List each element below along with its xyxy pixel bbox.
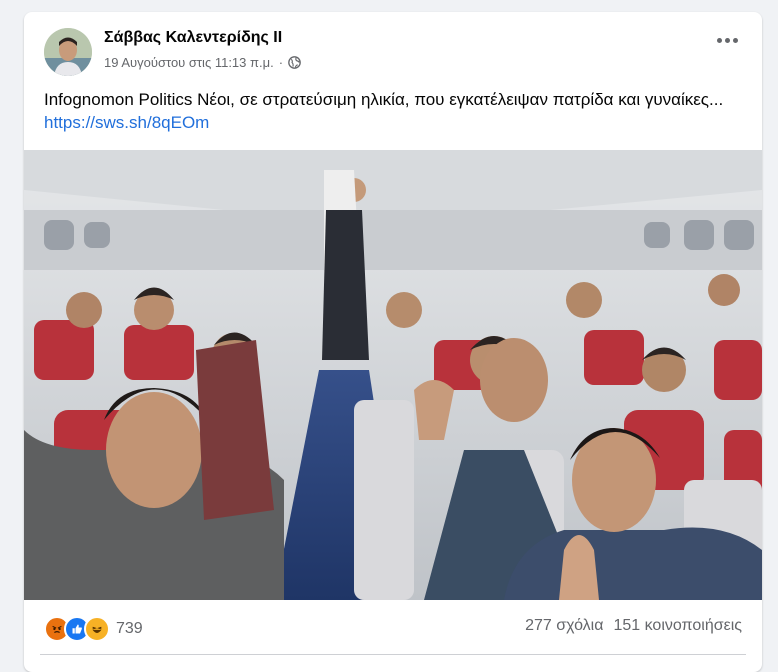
reactions-summary[interactable]: 739: [44, 616, 143, 642]
divider: [40, 654, 746, 655]
globe-icon: [288, 56, 301, 69]
avatar[interactable]: [44, 28, 92, 76]
author-name[interactable]: Σάββας Καλεντερίδης ΙΙ: [104, 29, 282, 47]
post-date[interactable]: 19 Αυγούστου στις 11:13 π.μ.: [104, 55, 274, 70]
more-options-button[interactable]: [717, 38, 738, 43]
reaction-count[interactable]: 739: [116, 620, 143, 638]
post-photo[interactable]: [24, 150, 762, 600]
post-link[interactable]: https://sws.sh/8qEOm: [44, 113, 209, 132]
post-body: Infognomon Politics Νέοι, σε στρατεύσιμη…: [44, 90, 724, 109]
meta-separator: ·: [278, 55, 284, 70]
ellipsis-icon: [717, 38, 722, 43]
engagement-counts: 277 σχόλια 151 κοινοποιήσεις: [525, 617, 742, 635]
post-text: Infognomon Politics Νέοι, σε στρατεύσιμη…: [44, 88, 734, 134]
post-card: Σάββας Καλεντερίδης ΙΙ 19 Αυγούστου στις…: [24, 12, 762, 672]
shares-count[interactable]: 151 κοινοποιήσεις: [613, 617, 742, 635]
post-meta: 19 Αυγούστου στις 11:13 π.μ. ·: [104, 55, 301, 70]
comments-count[interactable]: 277 σχόλια: [525, 617, 603, 635]
haha-icon: [84, 616, 110, 642]
